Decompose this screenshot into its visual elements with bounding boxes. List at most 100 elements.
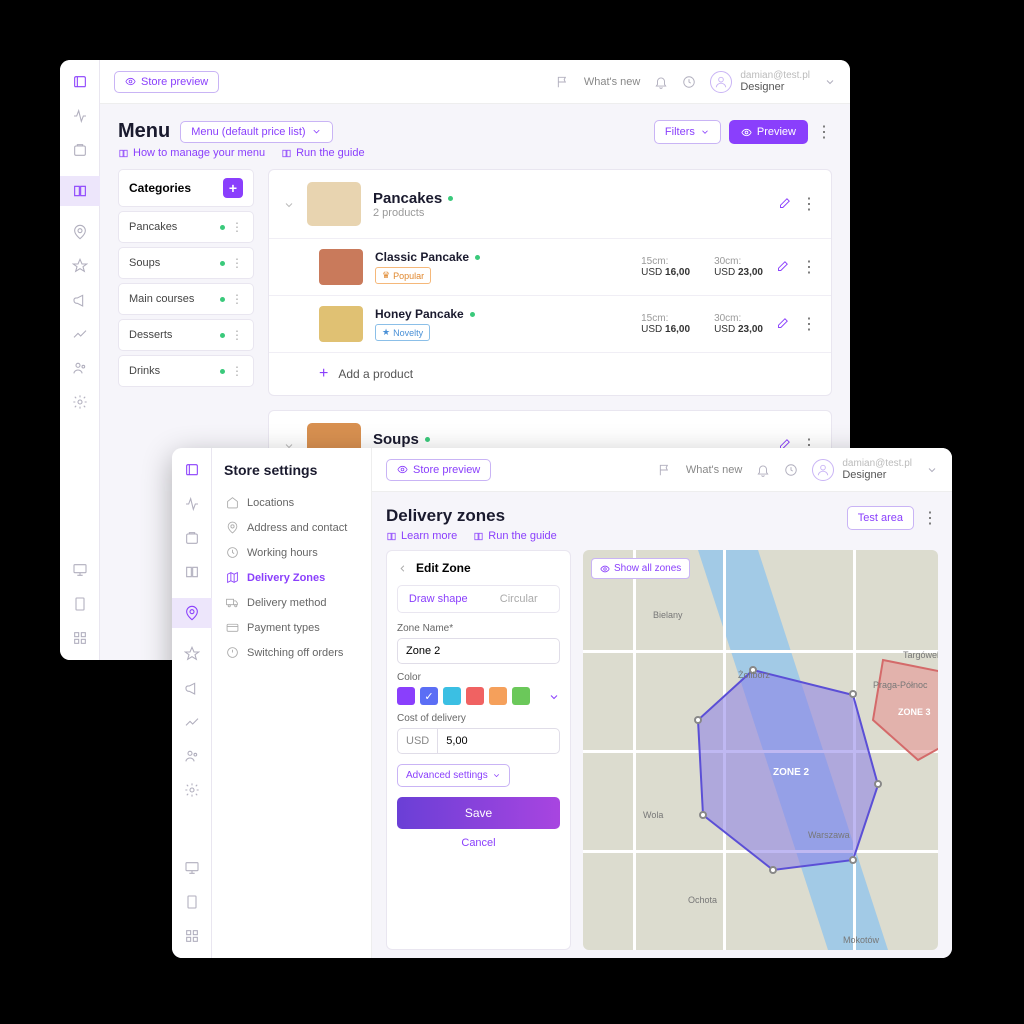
star-icon[interactable]	[184, 646, 200, 662]
trend-icon[interactable]	[184, 714, 200, 730]
user-menu[interactable]: damian@test.plDesigner	[710, 70, 836, 93]
add-category-button[interactable]: +	[223, 178, 243, 198]
settings-item-zones[interactable]: Delivery Zones	[224, 565, 359, 590]
trend-icon[interactable]	[72, 326, 88, 342]
product-more-icon[interactable]	[801, 259, 817, 275]
category-item[interactable]: Pancakes	[118, 211, 254, 243]
menu-selector[interactable]: Menu (default price list)	[180, 121, 332, 143]
collapse-icon[interactable]	[283, 198, 295, 210]
bell-icon[interactable]	[654, 75, 668, 89]
category-item[interactable]: Main courses	[118, 283, 254, 315]
store-preview-button[interactable]: Store preview	[386, 459, 491, 481]
category-item[interactable]: Drinks	[118, 355, 254, 387]
orders-icon[interactable]	[72, 142, 88, 158]
save-button[interactable]: Save	[397, 797, 560, 829]
settings-item-locations[interactable]: Locations	[224, 490, 359, 515]
activity-icon[interactable]	[72, 108, 88, 124]
settings-item-hours[interactable]: Working hours	[224, 540, 359, 565]
whats-new-link[interactable]: What's new	[584, 76, 641, 88]
item-more-icon[interactable]	[231, 328, 243, 342]
add-product-button[interactable]: +Add a product	[269, 352, 831, 395]
flag-icon[interactable]	[658, 463, 672, 477]
advanced-settings-button[interactable]: Advanced settings	[397, 764, 510, 787]
more-menu[interactable]	[816, 124, 832, 140]
filters-button[interactable]: Filters	[654, 120, 721, 144]
gear-icon[interactable]	[72, 394, 88, 410]
user-menu[interactable]: damian@test.plDesigner	[812, 458, 938, 481]
grid-icon[interactable]	[184, 928, 200, 944]
megaphone-icon[interactable]	[184, 680, 200, 696]
settings-item-switch-off[interactable]: Switching off orders	[224, 640, 359, 665]
users-icon[interactable]	[72, 360, 88, 376]
tab-draw-shape[interactable]: Draw shape	[398, 586, 479, 612]
zone-name-input[interactable]	[397, 638, 560, 664]
color-swatch[interactable]	[420, 687, 438, 705]
orders-icon[interactable]	[184, 530, 200, 546]
zone-handle[interactable]	[699, 811, 707, 819]
run-guide-link[interactable]: Run the guide	[281, 147, 365, 159]
more-menu[interactable]	[922, 510, 938, 526]
tablet-icon[interactable]	[184, 894, 200, 910]
group-more-icon[interactable]	[801, 196, 817, 212]
color-swatch[interactable]	[466, 687, 484, 705]
bell-icon[interactable]	[756, 463, 770, 477]
app-logo-icon[interactable]	[72, 74, 88, 90]
megaphone-icon[interactable]	[72, 292, 88, 308]
location-icon[interactable]	[72, 224, 88, 240]
test-area-button[interactable]: Test area	[847, 506, 914, 530]
product-more-icon[interactable]	[801, 316, 817, 332]
menu-nav-icon[interactable]	[184, 564, 200, 580]
color-swatch[interactable]	[443, 687, 461, 705]
show-all-zones-button[interactable]: Show all zones	[591, 558, 690, 579]
back-icon[interactable]	[397, 563, 408, 574]
color-swatch[interactable]	[512, 687, 530, 705]
chevron-down-icon[interactable]	[548, 690, 560, 702]
tablet-icon[interactable]	[72, 596, 88, 612]
edit-icon[interactable]	[775, 260, 789, 274]
settings-window: Store settings Locations Address and con…	[172, 448, 952, 958]
item-more-icon[interactable]	[231, 220, 243, 234]
color-swatch[interactable]	[489, 687, 507, 705]
learn-more-link[interactable]: Learn more	[386, 530, 457, 542]
users-icon[interactable]	[184, 748, 200, 764]
item-more-icon[interactable]	[231, 364, 243, 378]
zone-handle[interactable]	[769, 866, 777, 874]
gear-icon[interactable]	[184, 782, 200, 798]
settings-item-delivery[interactable]: Delivery method	[224, 590, 359, 615]
desktop-icon[interactable]	[72, 562, 88, 578]
zone-polygon-3[interactable]: ZONE 3	[863, 650, 938, 770]
zone-handle[interactable]	[849, 690, 857, 698]
zone-handle[interactable]	[849, 856, 857, 864]
activity-icon[interactable]	[184, 496, 200, 512]
map-canvas[interactable]: ZONE 2 ZONE 3 Bielany Żoliborz Praga-Pół…	[583, 550, 938, 950]
settings-item-payment[interactable]: Payment types	[224, 615, 359, 640]
zone-handle[interactable]	[694, 716, 702, 724]
flag-icon[interactable]	[556, 75, 570, 89]
clock-icon[interactable]	[682, 75, 696, 89]
status-dot	[220, 369, 225, 374]
cancel-button[interactable]: Cancel	[397, 829, 560, 857]
grid-icon[interactable]	[72, 630, 88, 646]
category-item[interactable]: Soups	[118, 247, 254, 279]
help-manage-link[interactable]: How to manage your menu	[118, 147, 265, 159]
cost-input[interactable]: USD5,00	[397, 728, 560, 754]
whats-new-link[interactable]: What's new	[686, 464, 743, 476]
desktop-icon[interactable]	[184, 860, 200, 876]
star-icon[interactable]	[72, 258, 88, 274]
settings-item-address[interactable]: Address and contact	[224, 515, 359, 540]
edit-icon[interactable]	[775, 317, 789, 331]
item-more-icon[interactable]	[231, 256, 243, 270]
store-preview-button[interactable]: Store preview	[114, 71, 219, 93]
clock-icon[interactable]	[784, 463, 798, 477]
tab-circular[interactable]: Circular	[479, 586, 560, 612]
preview-button[interactable]: Preview	[729, 120, 808, 144]
edit-icon[interactable]	[777, 197, 791, 211]
item-more-icon[interactable]	[231, 292, 243, 306]
app-logo-icon[interactable]	[184, 462, 200, 478]
menu-nav-icon[interactable]	[60, 176, 100, 206]
location-icon[interactable]	[172, 598, 212, 628]
category-item[interactable]: Desserts	[118, 319, 254, 351]
run-guide-link[interactable]: Run the guide	[473, 530, 557, 542]
color-swatch[interactable]	[397, 687, 415, 705]
zone-handle[interactable]	[874, 780, 882, 788]
